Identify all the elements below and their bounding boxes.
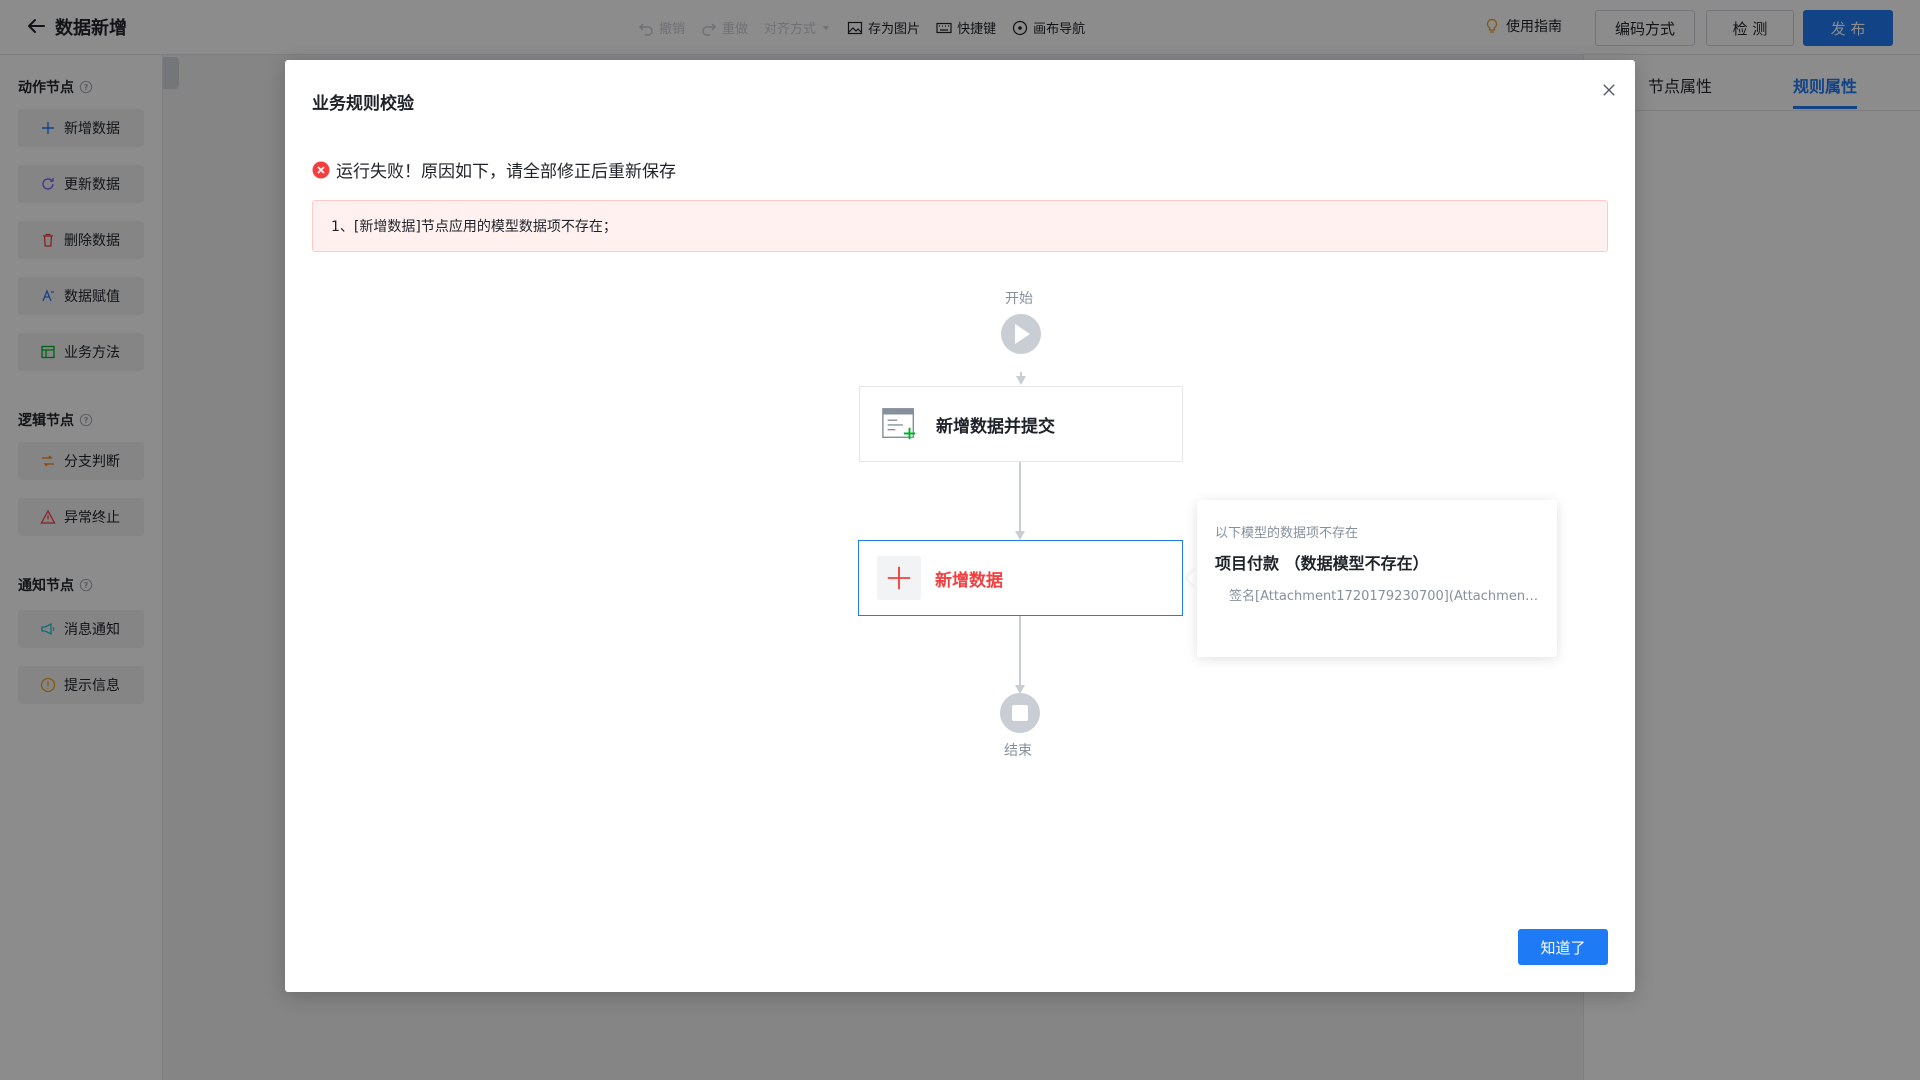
- form-add-icon: [882, 408, 916, 440]
- acknowledge-button[interactable]: 知道了: [1518, 929, 1608, 965]
- tooltip-title: 项目付款 （数据模型不存在）: [1215, 554, 1429, 573]
- start-label: 开始: [1005, 291, 1033, 307]
- flow-node-add-data-error[interactable]: 新增数据: [858, 540, 1183, 616]
- node-label: 新增数据并提交: [936, 416, 1055, 437]
- tooltip-heading: 以下模型的数据项不存在: [1215, 526, 1359, 541]
- plus-icon: [887, 566, 911, 590]
- end-label: 结束: [1004, 743, 1032, 759]
- end-terminal-icon[interactable]: [1000, 693, 1040, 733]
- start-terminal-icon[interactable]: [1001, 314, 1041, 354]
- rule-check-dialog: 业务规则校验 运行失败！原因如下，请全部修正后重新保存 1、[新增数据]节点应用…: [285, 60, 1635, 992]
- tooltip-detail: 签名[Attachment1720179230700](Attachment17…: [1229, 589, 1539, 604]
- node-label: 新增数据: [935, 570, 1003, 591]
- error-tooltip: 以下模型的数据项不存在 项目付款 （数据模型不存在） 签名[Attachment…: [1197, 500, 1557, 657]
- flow-node-add-submit[interactable]: 新增数据并提交: [859, 386, 1183, 462]
